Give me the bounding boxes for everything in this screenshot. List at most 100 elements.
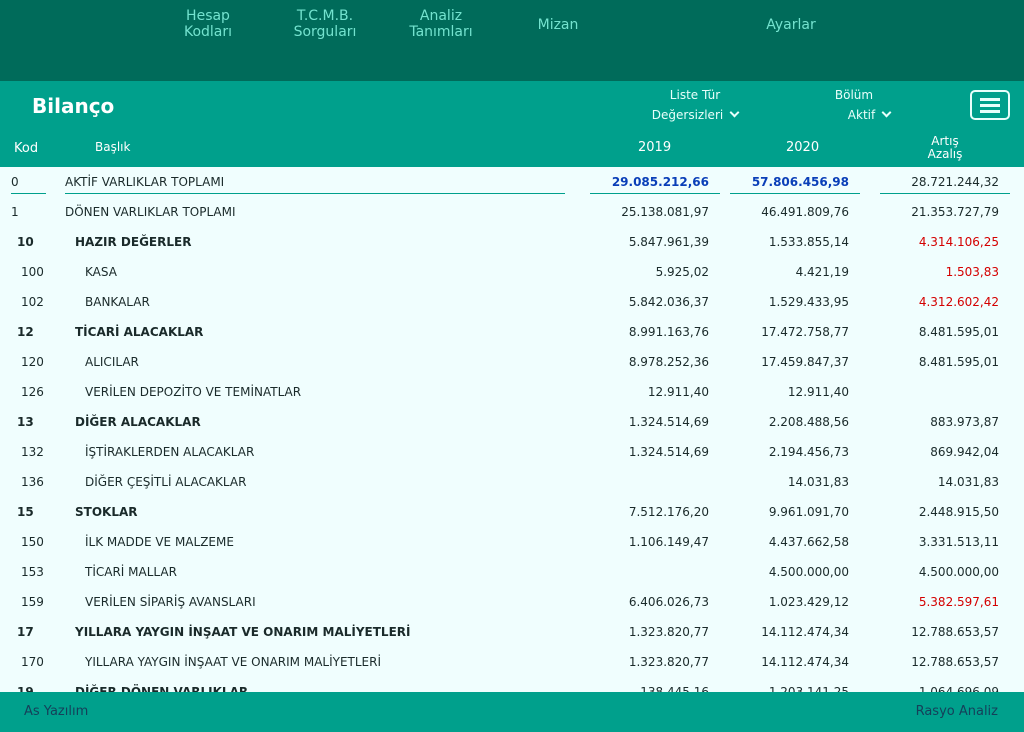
table-row[interactable]: 159 VERİLEN SİPARİŞ AVANSLARI 6.406.026,73… xyxy=(0,587,1024,617)
col-2019[interactable]: 2019 xyxy=(638,140,671,155)
col-artis-azalis[interactable]: Artış Azalış xyxy=(904,135,986,161)
table-row[interactable]: 1 DÖNEN VARLIKLAR TOPLAMI 25.138.081,97 46.… xyxy=(0,197,1024,227)
table-row[interactable]: 19 DİĞER DÖNEN VARLIKLAR 138.445,16 1.203.1… xyxy=(0,677,1024,692)
row-value-2019: 1.323.820,77 xyxy=(628,655,709,669)
bolum-dropdown[interactable]: Bölüm Aktif xyxy=(812,88,896,123)
table-row[interactable]: 150 İLK MADDE VE MALZEME 1.106.149,47 4.437… xyxy=(0,527,1024,557)
row-value-diff: 8.481.595,01 xyxy=(918,325,999,339)
row-value-2019: 5.847.961,39 xyxy=(628,235,709,249)
menu-icon xyxy=(980,98,1000,101)
col-baslik[interactable]: Başlık xyxy=(95,140,130,154)
row-value-2020: 1.533.855,14 xyxy=(768,235,849,249)
table-row[interactable]: 0 AKTİF VARLIKLAR TOPLAMI 29.085.212,66 57.… xyxy=(0,167,1024,197)
title-bar: Bilanço Liste Tür Değersizleri Bölüm Akt… xyxy=(0,81,1024,130)
row-value-2020: 1.023.429,12 xyxy=(768,595,849,609)
row-kod: 17 xyxy=(17,625,34,639)
row-value-2019: 12.911,40 xyxy=(647,385,709,399)
page-title: Bilanço xyxy=(32,94,115,118)
nav-tcmb-line2: Sorguları xyxy=(293,24,357,40)
table-row[interactable]: 15 STOKLAR 7.512.176,20 9.961.091,70 2.448.9… xyxy=(0,497,1024,527)
row-value-2020: 17.472.758,77 xyxy=(761,325,849,339)
row-baslik: ALICILAR xyxy=(85,355,139,369)
table-row[interactable]: 126 VERİLEN DEPOZİTO VE TEMİNATLAR 12.911,… xyxy=(0,377,1024,407)
row-value-diff: 869.942,04 xyxy=(930,445,999,459)
nav-analiz-tanimlari[interactable]: Analiz Tanımları xyxy=(406,8,476,40)
row-kod: 159 xyxy=(21,595,44,609)
row-value-2019: 29.085.212,66 xyxy=(611,175,709,189)
row-baslik: AKTİF VARLIKLAR TOPLAMI xyxy=(65,175,225,189)
menu-icon-bar xyxy=(980,110,1000,113)
row-value-2019: 8.991.163,76 xyxy=(628,325,709,339)
row-value-diff: 14.031,83 xyxy=(937,475,999,489)
row-baslik: DİĞER DÖNEN VARLIKLAR xyxy=(75,685,249,692)
total-underline xyxy=(65,193,565,194)
row-kod: 126 xyxy=(21,385,44,399)
row-baslik: HAZIR DEĞERLER xyxy=(75,235,192,249)
table-row[interactable]: 17 YILLARA YAYGIN İNŞAAT VE ONARIM MALİYE… xyxy=(0,617,1024,647)
table-row[interactable]: 10 HAZIR DEĞERLER 5.847.961,39 1.533.855,14… xyxy=(0,227,1024,257)
table-row[interactable]: 153 TİCARİ MALLAR 4.500.000,00 4.500.000,00 xyxy=(0,557,1024,587)
row-value-diff: 21.353.727,79 xyxy=(911,205,999,219)
hamburger-menu-button[interactable] xyxy=(970,90,1010,120)
col-2020[interactable]: 2020 xyxy=(786,140,819,155)
liste-tur-label: Liste Tür xyxy=(669,88,721,102)
row-baslik: İLK MADDE VE MALZEME xyxy=(85,535,234,549)
row-kod: 102 xyxy=(21,295,44,309)
table-row[interactable]: 132 İŞTİRAKLERDEN ALACAKLAR 1.324.514,69 2.… xyxy=(0,437,1024,467)
row-value-2019: 5.925,02 xyxy=(655,265,709,279)
footer-rasyo-analiz-link[interactable]: Rasyo Analiz xyxy=(916,704,998,719)
row-kod: 13 xyxy=(17,415,34,429)
table-row[interactable]: 12 TİCARİ ALACAKLAR 8.991.163,76 17.472.758… xyxy=(0,317,1024,347)
row-value-diff: 8.481.595,01 xyxy=(918,355,999,369)
liste-tur-dropdown[interactable]: Liste Tür Değersizleri xyxy=(640,88,750,123)
row-baslik: KASA xyxy=(85,265,117,279)
row-kod: 0 xyxy=(11,175,19,189)
row-baslik: VERİLEN SİPARİŞ AVANSLARI xyxy=(85,595,256,609)
row-value-2019: 8.978.252,36 xyxy=(628,355,709,369)
row-value-diff: 883.973,87 xyxy=(930,415,999,429)
row-baslik: VERİLEN DEPOZİTO VE TEMİNATLAR xyxy=(85,385,302,399)
nav-mizan[interactable]: Mizan xyxy=(535,17,581,33)
row-value-2020: 2.194.456,73 xyxy=(768,445,849,459)
table-row[interactable]: 136 DİĞER ÇEŞİTLİ ALACAKLAR 14.031,83 14.03… xyxy=(0,467,1024,497)
row-value-2019: 1.324.514,69 xyxy=(628,445,709,459)
row-kod: 1 xyxy=(11,205,19,219)
row-value-diff: 28.721.244,32 xyxy=(911,175,999,189)
table-row[interactable]: 13 DİĞER ALACAKLAR 1.324.514,69 2.208.488,5… xyxy=(0,407,1024,437)
table-row[interactable]: 100 KASA 5.925,02 4.421,19 1.503,83 xyxy=(0,257,1024,287)
col-kod[interactable]: Kod xyxy=(14,141,38,156)
table-row[interactable]: 120 ALICILAR 8.978.252,36 17.459.847,37 8.48… xyxy=(0,347,1024,377)
row-baslik: DÖNEN VARLIKLAR TOPLAMI xyxy=(65,205,236,219)
row-value-diff: 4.314.106,25 xyxy=(918,235,999,249)
nav-tcmb-sorgulari[interactable]: T.C.M.B. Sorguları xyxy=(290,8,360,40)
table-row[interactable]: 102 BANKALAR 5.842.036,37 1.529.433,95 4.312… xyxy=(0,287,1024,317)
table-row[interactable]: 170 YILLARA YAYGIN İNŞAAT VE ONARIM MALİY… xyxy=(0,647,1024,677)
row-value-2019: 6.406.026,73 xyxy=(628,595,709,609)
footer-as-yazilim-link[interactable]: As Yazılım xyxy=(24,704,88,719)
nav-hesap-kodlari[interactable]: Hesap Kodları xyxy=(182,8,234,40)
nav-ayarlar[interactable]: Ayarlar xyxy=(762,17,820,33)
row-kod: 10 xyxy=(17,235,34,249)
row-value-diff: 1.503,83 xyxy=(945,265,999,279)
menu-icon-bar xyxy=(980,104,1000,107)
bolum-label: Bölüm xyxy=(834,88,874,102)
nav-analiz-line2: Tanımları xyxy=(409,24,473,40)
row-value-2020: 1.203.141,25 xyxy=(768,685,849,692)
nav-hesap-line1: Hesap xyxy=(186,8,230,24)
row-kod: 15 xyxy=(17,505,34,519)
row-value-2019: 138.445,16 xyxy=(640,685,709,692)
row-baslik: DİĞER ÇEŞİTLİ ALACAKLAR xyxy=(85,475,247,489)
nav-ayarlar-label: Ayarlar xyxy=(766,17,816,33)
row-value-diff: 4.312.602,42 xyxy=(918,295,999,309)
nav-tcmb-line1: T.C.M.B. xyxy=(296,8,354,24)
chevron-down-icon xyxy=(729,107,740,118)
row-value-2020: 14.112.474,34 xyxy=(761,655,849,669)
row-kod: 12 xyxy=(17,325,34,339)
total-underline xyxy=(590,193,720,194)
nav-analiz-line1: Analiz xyxy=(419,8,463,24)
row-baslik: YILLARA YAYGIN İNŞAAT VE ONARIM MALİYETL… xyxy=(75,625,411,639)
row-value-2020: 46.491.809,76 xyxy=(761,205,849,219)
row-value-2020: 14.112.474,34 xyxy=(761,625,849,639)
row-value-2020: 12.911,40 xyxy=(787,385,849,399)
row-kod: 153 xyxy=(21,565,44,579)
